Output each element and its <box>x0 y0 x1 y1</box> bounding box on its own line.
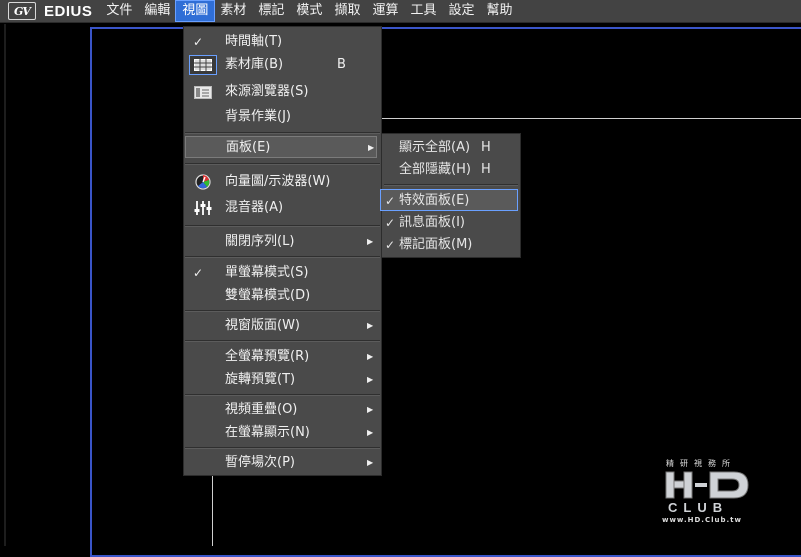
menu-edit[interactable]: 編輯 <box>138 1 176 21</box>
menu-item-close-sequence[interactable]: 關閉序列(L) ▶ <box>184 231 381 253</box>
menu-item-video-overlay[interactable]: 視頻重疊(O) ▶ <box>184 399 381 421</box>
menu-item-rotate-preview[interactable]: 旋轉預覽(T) ▶ <box>184 369 381 391</box>
menu-separator <box>185 256 380 258</box>
check-icon: ✓ <box>193 35 204 49</box>
check-icon: ✓ <box>385 216 396 230</box>
hd-club-logo-icon: CLUB <box>665 471 749 515</box>
submenu-item-marker-panel[interactable]: ✓ 標記面板(M) <box>382 234 520 256</box>
menu-view[interactable]: 視圖 <box>175 0 216 22</box>
grid-icon <box>189 55 217 75</box>
submenu-arrow-icon: ▶ <box>367 405 374 414</box>
menu-separator <box>185 225 380 227</box>
svg-text:CLUB: CLUB <box>668 500 728 515</box>
menu-item-dual-screen[interactable]: 雙螢幕模式(D) <box>184 285 381 307</box>
submenu-arrow-icon: ▶ <box>368 143 375 152</box>
menu-separator <box>384 184 518 186</box>
menu-item-mixer[interactable]: 混音器(A) <box>184 197 381 219</box>
menu-item-vectorscope[interactable]: 向量圖/示波器(W) <box>184 171 381 193</box>
submenu-arrow-icon: ▶ <box>367 321 374 330</box>
submenu-arrow-icon: ▶ <box>367 458 374 467</box>
app-logo: GV EDIUS <box>0 0 100 22</box>
menu-item-source-browser[interactable]: 來源瀏覽器(S) <box>184 81 381 103</box>
app-name: EDIUS <box>44 2 93 20</box>
menu-separator <box>185 394 380 396</box>
menu-item-bin[interactable]: 素材庫(B) B <box>184 54 381 76</box>
menu-capture[interactable]: 擷取 <box>328 1 366 21</box>
menu-tools[interactable]: 工具 <box>404 1 442 21</box>
preview-guide-line <box>380 118 801 119</box>
submenu-arrow-icon: ▶ <box>367 428 374 437</box>
check-icon: ✓ <box>193 266 204 280</box>
menu-item-on-screen-display[interactable]: 在螢幕顯示(N) ▶ <box>184 422 381 444</box>
menu-separator <box>185 163 380 165</box>
submenu-arrow-icon: ▶ <box>367 375 374 384</box>
submenu-item-show-all[interactable]: 顯示全部(A) H <box>382 137 520 159</box>
view-menu: ✓ 時間軸(T) 素材庫(B) B 來源瀏覽器(S) 背景作業(J) 面板(E)… <box>183 26 382 476</box>
gv-logo-icon: GV <box>8 2 36 20</box>
submenu-arrow-icon: ▶ <box>367 352 374 361</box>
submenu-item-hide-all[interactable]: 全部隱藏(H) H <box>382 159 520 181</box>
hd-club-watermark: 精研視務所 CLUB www.HD.Club.tw <box>662 458 754 528</box>
menu-bar: GV EDIUS 文件 編輯 視圖 素材 標記 模式 擷取 運算 工具 設定 幫… <box>0 0 801 23</box>
menu-separator <box>185 310 380 312</box>
check-icon: ✓ <box>385 238 396 252</box>
submenu-item-info-panel[interactable]: ✓ 訊息面板(I) <box>382 212 520 234</box>
menu-item-single-screen[interactable]: ✓ 單螢幕模式(S) <box>184 262 381 284</box>
menu-item-window-layout[interactable]: 視窗版面(W) ▶ <box>184 315 381 337</box>
submenu-arrow-icon: ▶ <box>367 237 374 246</box>
menu-help[interactable]: 幫助 <box>481 1 519 21</box>
submenu-item-effect-panel[interactable]: ✓ 特效面板(E) <box>380 189 518 211</box>
menu-separator <box>185 132 380 134</box>
menu-item-fullscreen-preview[interactable]: 全螢幕預覽(R) ▶ <box>184 346 381 368</box>
menu-settings[interactable]: 設定 <box>442 1 480 21</box>
menu-mode[interactable]: 模式 <box>290 1 328 21</box>
menu-clip[interactable]: 素材 <box>214 1 252 21</box>
menu-separator <box>185 447 380 449</box>
menu-item-pause-scene[interactable]: 暫停場次(P) ▶ <box>184 452 381 474</box>
window-edge <box>4 24 6 546</box>
browser-icon <box>189 82 217 102</box>
check-icon: ✓ <box>385 194 396 208</box>
menu-separator <box>185 340 380 342</box>
vectorscope-icon <box>189 172 217 192</box>
mixer-icon <box>189 198 217 218</box>
menu-item-background-jobs[interactable]: 背景作業(J) <box>184 106 381 128</box>
menu-marker[interactable]: 標記 <box>252 1 290 21</box>
watermark-url: www.HD.Club.tw <box>662 516 742 524</box>
menu-render[interactable]: 運算 <box>366 1 404 21</box>
menu-file[interactable]: 文件 <box>100 1 138 21</box>
menu-item-timeline[interactable]: ✓ 時間軸(T) <box>184 31 381 53</box>
preview-guide-line-vertical <box>212 470 213 546</box>
panel-submenu: 顯示全部(A) H 全部隱藏(H) H ✓ 特效面板(E) ✓ 訊息面板(I) … <box>380 133 521 258</box>
menu-item-panel[interactable]: 面板(E) ▶ <box>185 136 377 158</box>
